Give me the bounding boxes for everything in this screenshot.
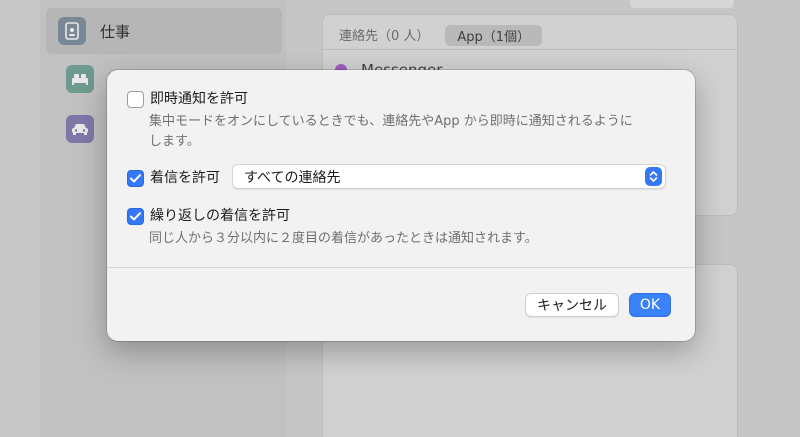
id-badge-icon (58, 17, 86, 45)
tab-apps[interactable]: App（1個） (445, 25, 543, 46)
panel-tabs: 連絡先（0 人） App（1個） (339, 25, 543, 46)
description-line: します。 (149, 134, 200, 149)
allow-calls-option[interactable]: 着信を許可 (127, 169, 220, 188)
checkmark-icon (130, 212, 141, 221)
checkmark-icon (130, 174, 141, 183)
sidebar-item-label: 仕事 (100, 22, 131, 41)
allow-calls-checkbox[interactable] (127, 170, 144, 187)
panel-divider (323, 49, 737, 50)
allow-calls-label: 着信を許可 (150, 170, 220, 186)
bed-icon (66, 65, 94, 93)
description-line: 集中モードをオンにしているときでも、連絡先やApp から即時に通知されるように (149, 114, 633, 129)
select-value: すべての連絡先 (244, 169, 341, 186)
dialog-divider (107, 267, 695, 268)
immediate-notifications-description: 集中モードをオンにしているときでも、連絡先やApp から即時に通知されるように … (149, 112, 633, 152)
repeated-calls-option[interactable]: 繰り返しの着信を許可 (127, 207, 290, 226)
cancel-button[interactable]: キャンセル (525, 293, 619, 317)
immediate-notifications-label: 即時通知を許可 (150, 91, 248, 107)
immediate-notifications-checkbox[interactable] (127, 91, 144, 108)
chevron-up-down-icon (645, 167, 662, 186)
tab-contacts[interactable]: 連絡先（0 人） (339, 25, 429, 46)
ok-button[interactable]: OK (629, 293, 671, 317)
repeated-calls-checkbox[interactable] (127, 208, 144, 225)
repeated-calls-description: 同じ人から３分以内に２度目の着信があったときは通知されます。 (149, 231, 538, 246)
notification-options-dialog: 即時通知を許可 集中モードをオンにしているときでも、連絡先やApp から即時に通… (107, 70, 695, 341)
car-icon (66, 115, 94, 143)
immediate-notifications-option[interactable]: 即時通知を許可 (127, 90, 248, 109)
sidebar-item-work[interactable]: 仕事 (46, 8, 282, 54)
repeated-calls-label: 繰り返しの着信を許可 (150, 208, 290, 224)
top-button[interactable] (630, 0, 734, 8)
allow-calls-from-select[interactable]: すべての連絡先 (232, 164, 666, 189)
